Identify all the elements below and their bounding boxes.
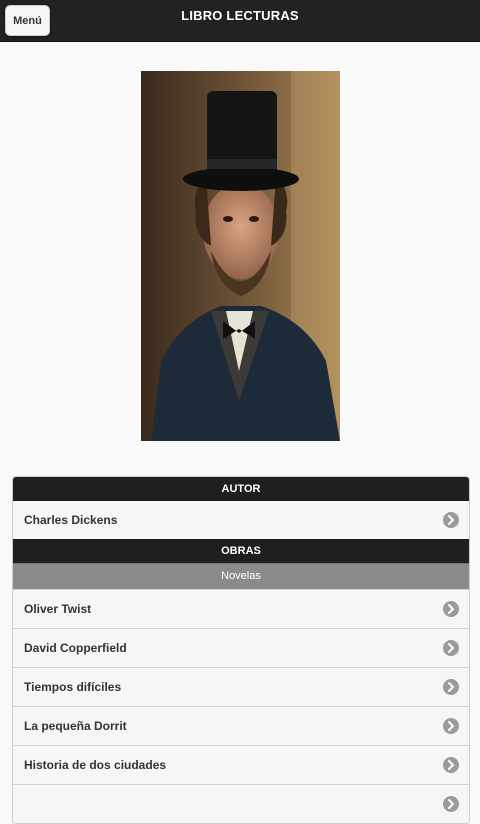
portrait-image (141, 71, 340, 441)
work-item[interactable]: La pequeña Dorrit (13, 706, 469, 745)
chevron-right-icon (443, 796, 459, 812)
works-divider: OBRAS (13, 539, 469, 563)
author-item[interactable]: Charles Dickens (13, 501, 469, 539)
work-item[interactable]: Historia de dos ciudades (13, 745, 469, 784)
work-item[interactable] (13, 784, 469, 823)
chevron-right-icon (443, 601, 459, 617)
top-header-bar: LIBRO LECTURAS Menú (0, 0, 480, 42)
chevron-right-icon (443, 718, 459, 734)
page-title: LIBRO LECTURAS (181, 8, 299, 23)
work-title: Tiempos difíciles (24, 680, 122, 694)
work-title: Oliver Twist (24, 602, 92, 616)
author-name: Charles Dickens (24, 513, 118, 527)
content-list: AUTOR Charles Dickens OBRAS Novelas Oliv… (12, 476, 470, 824)
chevron-right-icon (443, 757, 459, 773)
work-title: David Copperfield (24, 641, 127, 655)
novels-subdivider: Novelas (13, 563, 469, 589)
work-item[interactable]: Oliver Twist (13, 589, 469, 628)
chevron-right-icon (443, 512, 459, 528)
chevron-right-icon (443, 640, 459, 656)
work-title: Historia de dos ciudades (24, 758, 167, 772)
chevron-right-icon (443, 679, 459, 695)
author-portrait (141, 71, 340, 441)
work-title: La pequeña Dorrit (24, 719, 127, 733)
work-item[interactable]: Tiempos difíciles (13, 667, 469, 706)
author-divider: AUTOR (13, 477, 469, 501)
work-item[interactable]: David Copperfield (13, 628, 469, 667)
menu-button[interactable]: Menú (5, 5, 50, 36)
